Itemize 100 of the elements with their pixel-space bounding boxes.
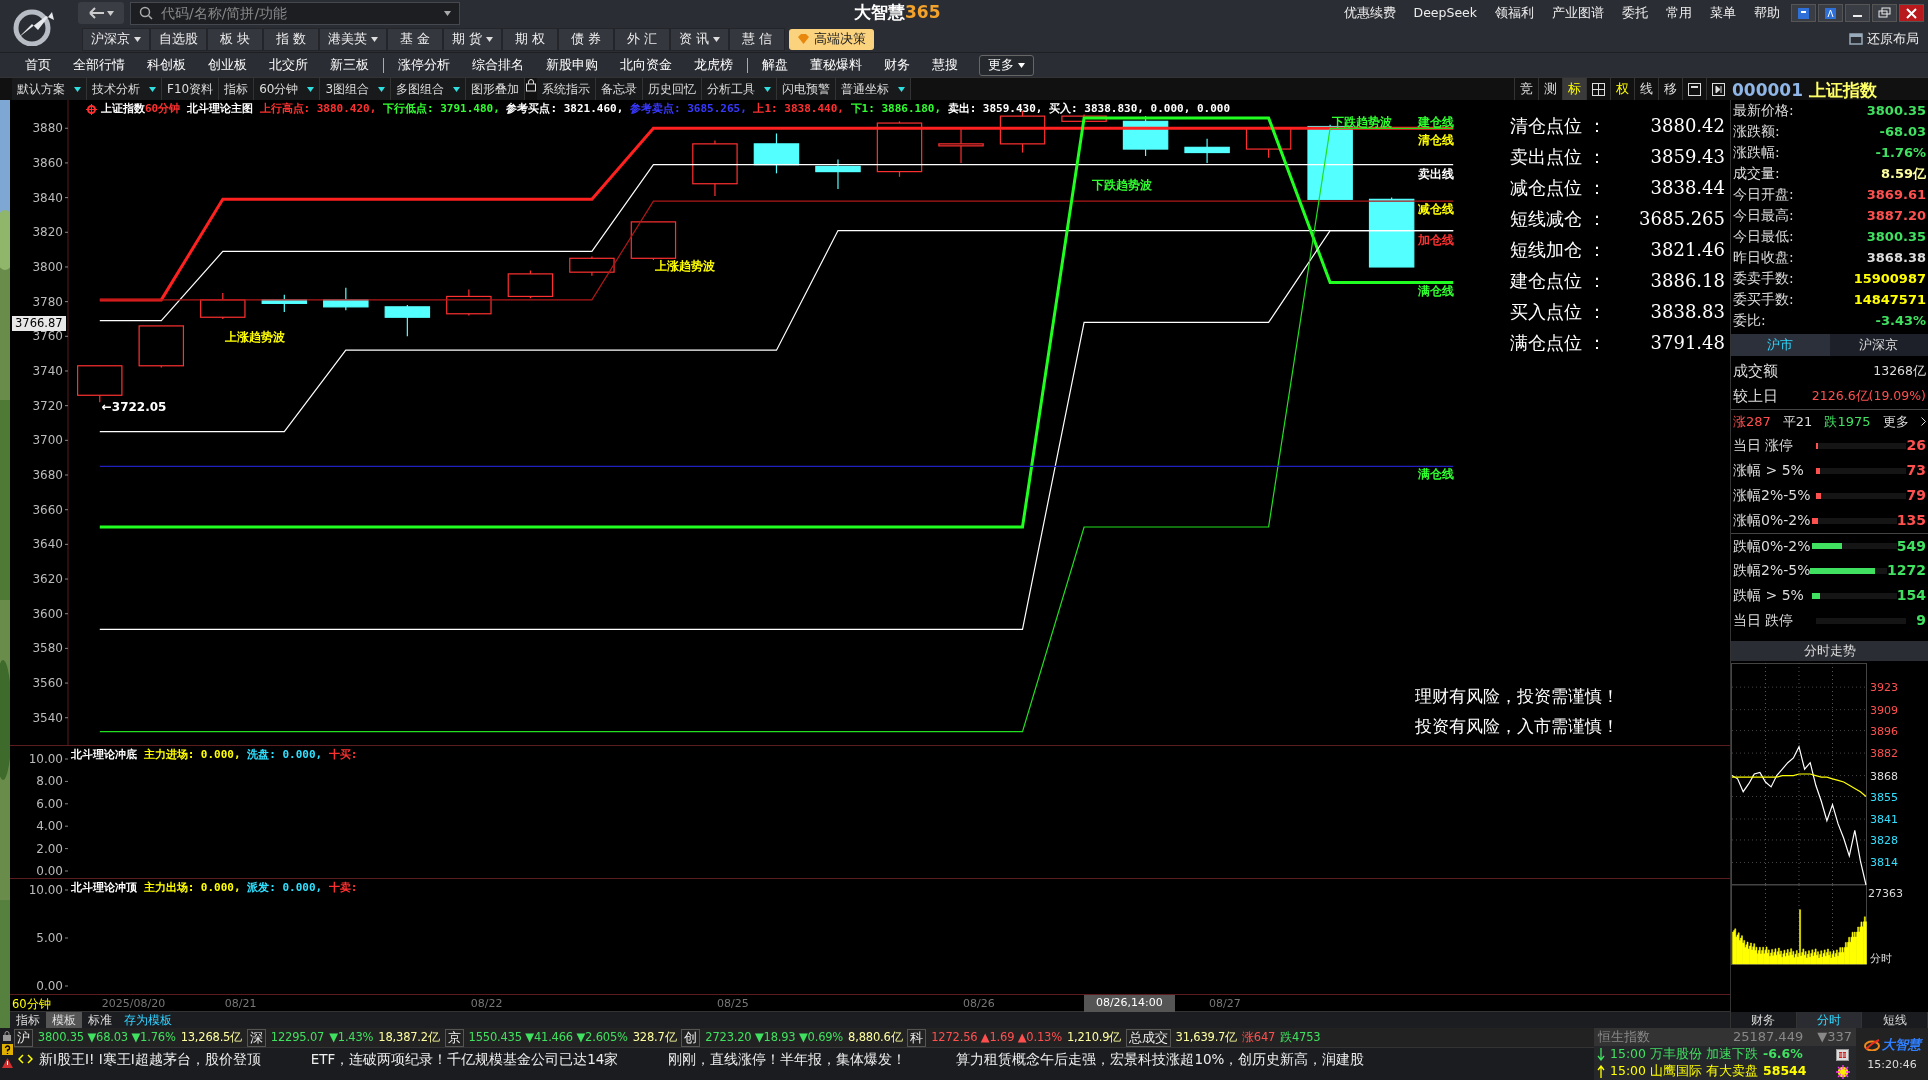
collapse-icon[interactable] bbox=[1712, 82, 1725, 96]
nav-link[interactable]: 综合排名 bbox=[472, 55, 524, 75]
news-headline[interactable]: 刚刚，直线涨停！半年报，集体爆发！ bbox=[668, 1048, 907, 1070]
chart-label: 清仓线 bbox=[1418, 132, 1455, 147]
menu-link[interactable]: DeepSeek bbox=[1413, 3, 1477, 23]
close-icon[interactable] bbox=[1903, 5, 1920, 21]
market-label: 创 bbox=[681, 1028, 701, 1047]
menu-button[interactable]: 慧 信 bbox=[729, 27, 786, 51]
menu-button[interactable]: 指 数 bbox=[263, 27, 319, 51]
menu-button[interactable]: 板 块 bbox=[207, 27, 263, 51]
tab[interactable]: 沪深京 bbox=[1829, 334, 1928, 356]
risk-warning: 投资有风险，入市需谨慎！ bbox=[1415, 715, 1619, 738]
nav-link[interactable]: 龙虎榜 bbox=[694, 55, 733, 75]
nav-link[interactable]: 新三板 bbox=[330, 55, 369, 75]
level-label: 满仓点位 ： bbox=[1510, 331, 1606, 355]
toolbar-button[interactable]: F10资料 bbox=[162, 78, 220, 100]
news-headline[interactable]: ETF，连破两项纪录！千亿规模基金公司已达14家 bbox=[310, 1048, 619, 1070]
nav-link[interactable]: 涨停分析 bbox=[398, 55, 450, 75]
nav-link[interactable]: 科创板 bbox=[147, 55, 186, 75]
view-button[interactable]: 标 bbox=[1562, 78, 1586, 100]
menu-button[interactable]: 期 权 bbox=[502, 27, 559, 51]
window-icon[interactable] bbox=[1688, 82, 1701, 96]
nav-link[interactable]: 创业板 bbox=[208, 55, 247, 75]
menu-link[interactable]: 委托 bbox=[1622, 3, 1648, 23]
nav-link[interactable]: 新股申购 bbox=[546, 55, 598, 75]
toolbar-button[interactable]: 技术分析 bbox=[87, 78, 162, 100]
search-field[interactable]: 代码/名称/简拼/功能 bbox=[159, 1, 438, 25]
toolbar-button[interactable]: 默认方案 bbox=[12, 78, 87, 100]
menu-button[interactable]: 基 金 bbox=[387, 27, 443, 51]
axis-label: 3868 bbox=[1870, 769, 1898, 783]
nav-link[interactable]: 首页 bbox=[25, 55, 51, 75]
chart-label: ←3722.05 bbox=[101, 399, 167, 414]
index-value: 1272.56 ▲1.69 ▲0.13% bbox=[931, 1028, 1062, 1046]
toolbar-button[interactable]: 图形叠加 bbox=[466, 78, 526, 100]
tab[interactable]: 模板 bbox=[46, 1012, 82, 1028]
premium-button[interactable]: 高端决策 bbox=[789, 28, 875, 50]
nav-link[interactable]: 慧搜 bbox=[932, 55, 958, 75]
search-box[interactable]: 代码/名称/简拼/功能 bbox=[130, 1, 460, 25]
save-template-link[interactable]: 存为模板 bbox=[118, 1012, 178, 1028]
axis-label: 08/26 bbox=[963, 996, 995, 1012]
menu-button[interactable]: 自选股 bbox=[150, 27, 207, 51]
tile-icon[interactable] bbox=[1822, 5, 1839, 21]
nav-link[interactable]: 财务 bbox=[884, 55, 910, 75]
tab[interactable]: 指标 bbox=[10, 1012, 46, 1028]
nav-link[interactable]: 全部行情 bbox=[73, 55, 125, 75]
nav-link[interactable]: 解盘 bbox=[762, 55, 788, 75]
search-icon bbox=[139, 6, 153, 20]
tile-icon[interactable] bbox=[1795, 5, 1812, 21]
alert-text[interactable]: 15:00 山鹰国际 有大卖盘 bbox=[1610, 1062, 1758, 1080]
menu-button[interactable]: 沪深京 bbox=[82, 27, 150, 51]
menu-button[interactable]: 债 券 bbox=[558, 27, 615, 51]
candlestick bbox=[1368, 197, 1415, 268]
breadth-label: 跌幅2%-5% bbox=[1733, 561, 1811, 580]
tab[interactable]: 财务 bbox=[1731, 1012, 1797, 1028]
clock: 15:20:46 bbox=[1867, 1056, 1917, 1073]
toolbar-button[interactable]: 系统指示 bbox=[537, 78, 597, 100]
alert-text[interactable]: 15:00 万丰股份 加速下跌 bbox=[1610, 1045, 1758, 1064]
menu-button[interactable]: 资 讯 bbox=[670, 27, 730, 51]
more-button[interactable]: 更多 bbox=[979, 54, 1034, 76]
more-link[interactable]: 更多 bbox=[1883, 411, 1909, 432]
axis-label: 3841 bbox=[1870, 813, 1898, 827]
menu-button[interactable]: 港美英 bbox=[319, 27, 387, 51]
toolbar-button[interactable]: 普通坐标 bbox=[836, 78, 912, 100]
tab[interactable]: 分时 bbox=[1796, 1012, 1863, 1028]
toolbar-button[interactable]: 历史回忆 bbox=[643, 78, 703, 100]
menu-link[interactable]: 优惠续费 bbox=[1343, 3, 1396, 23]
tab[interactable]: 沪市 bbox=[1731, 334, 1830, 356]
toolbar-button[interactable]: 闪电预警 bbox=[777, 78, 837, 100]
nav-link[interactable]: 北交所 bbox=[269, 55, 308, 75]
quote-value: -3.43% bbox=[1875, 311, 1926, 330]
toolbar-button[interactable]: 多图组合 bbox=[391, 78, 467, 100]
news-headline[interactable]: 新I股王I! I寒王I超越茅台，股价登顶 bbox=[39, 1048, 261, 1070]
menu-link[interactable]: 常用 bbox=[1666, 3, 1692, 23]
toolbar-button[interactable]: 备忘录 bbox=[596, 78, 644, 100]
menu-button[interactable]: 期 货 bbox=[443, 27, 503, 51]
caret-icon bbox=[444, 10, 451, 16]
menu-button[interactable]: 外 汇 bbox=[614, 27, 671, 51]
back-button[interactable] bbox=[78, 2, 124, 24]
market-label: 科 bbox=[907, 1028, 927, 1047]
axis-label: 3923 bbox=[1870, 681, 1898, 695]
toolbar-button[interactable]: 分析工具 bbox=[702, 78, 778, 100]
menu-link[interactable]: 领福利 bbox=[1495, 3, 1534, 23]
restore-layout-link[interactable]: 还原布局 bbox=[1867, 29, 1919, 49]
nav-link[interactable]: 北向资金 bbox=[620, 55, 672, 75]
toolbar-button[interactable]: 指标 bbox=[219, 78, 255, 100]
news-headline[interactable]: 算力租赁概念午后走强，宏景科技涨超10%，创历史新高，润建股 bbox=[956, 1048, 1365, 1070]
tab[interactable]: 标准 bbox=[82, 1012, 118, 1028]
menu-link[interactable]: 帮助 bbox=[1754, 3, 1780, 23]
tab[interactable]: 短线 bbox=[1862, 1012, 1928, 1028]
lock-icon[interactable] bbox=[525, 78, 538, 92]
toolbar-button[interactable]: 3图组合 bbox=[320, 78, 392, 100]
toolbar-button[interactable]: 60分钟 bbox=[254, 78, 321, 100]
nav-link[interactable]: 董秘爆料 bbox=[810, 55, 862, 75]
quote-value: 8.59亿 bbox=[1880, 164, 1926, 183]
grid-icon[interactable] bbox=[1592, 82, 1605, 96]
breadth-label: 涨幅0%-2% bbox=[1733, 511, 1812, 530]
menu-link[interactable]: 产业图谱 bbox=[1552, 3, 1604, 23]
menu-link[interactable]: 菜单 bbox=[1710, 3, 1736, 23]
candlestick bbox=[569, 255, 615, 277]
restore-icon[interactable] bbox=[1876, 5, 1893, 21]
